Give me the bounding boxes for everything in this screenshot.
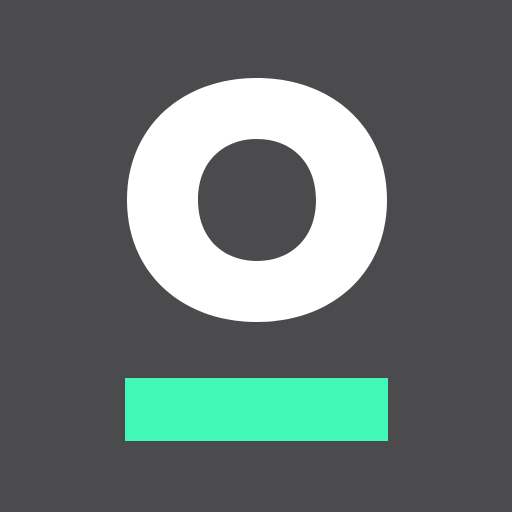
underline-bar-icon: [125, 378, 388, 441]
app-logo-icon: [0, 0, 512, 512]
app-icon: [0, 0, 512, 512]
